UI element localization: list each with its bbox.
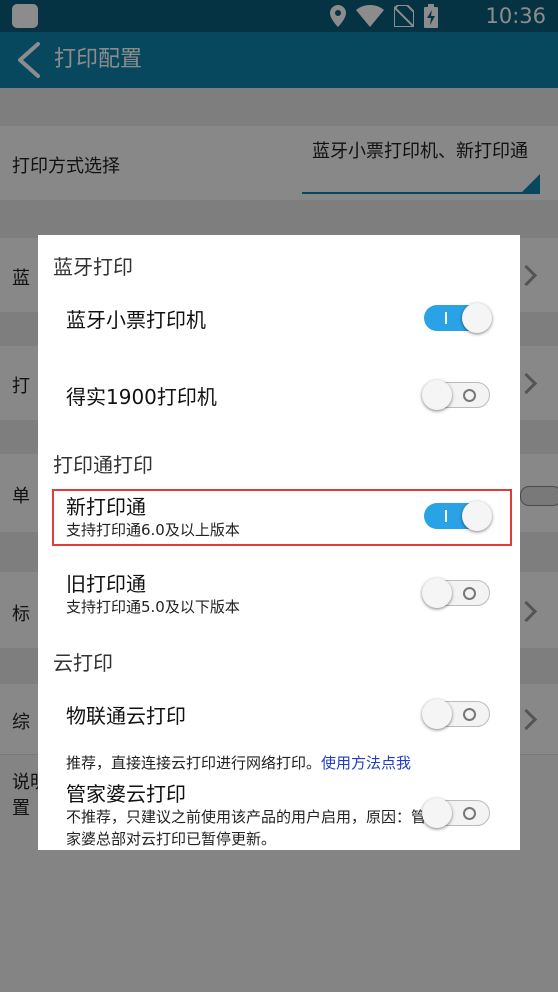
wulian-cloud-print-note: 推荐，直接连接云打印进行网络打印。使用方法点我 [66,752,411,774]
usage-help-link[interactable]: 使用方法点我 [321,754,411,772]
old-print-tong-label: 旧打印通 [66,572,146,596]
old-print-tong-subtitle: 支持打印通5.0及以下版本 [66,598,240,616]
dascom-1900-printer-label: 得实1900打印机 [66,385,217,409]
guanjiapo-cloud-print-note: 不推荐，只建议之前使用该产品的用户启用，原因：管家婆总部对云打印已暂停更新。 [66,808,427,848]
dascom-1900-printer-toggle[interactable] [422,380,490,410]
old-print-tong-toggle[interactable] [422,578,490,608]
section-print-tong: 打印通打印 [53,453,153,477]
wulian-cloud-print-label: 物联通云打印 [66,704,186,728]
bluetooth-receipt-printer-toggle[interactable] [424,303,492,333]
guanjiapo-cloud-print-toggle[interactable] [422,798,490,828]
wulian-cloud-print-toggle[interactable] [422,699,490,729]
section-bluetooth-print: 蓝牙打印 [53,255,133,279]
bluetooth-receipt-printer-label: 蓝牙小票打印机 [66,308,206,332]
wulian-cloud-print-description: 推荐，直接连接云打印进行网络打印。 [66,754,322,772]
guanjiapo-cloud-print-label: 管家婆云打印 [66,782,186,806]
section-cloud-print: 云打印 [53,651,113,675]
highlight-box [52,489,512,546]
